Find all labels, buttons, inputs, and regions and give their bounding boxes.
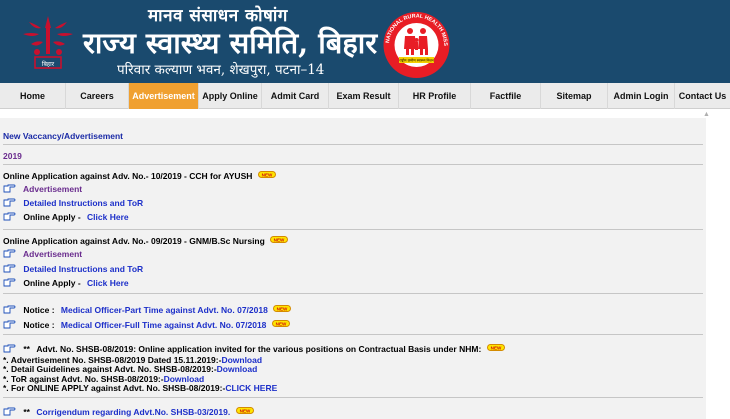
block2-advertisement-row: Advertisement <box>3 249 703 259</box>
site-header: बिहार मानव संसाधन कोषांग राज्य स्वास्थ्य… <box>0 0 730 83</box>
block1-advertisement-link[interactable]: Advertisement <box>23 184 82 194</box>
svg-text:NEW: NEW <box>274 237 285 242</box>
block1-title-row: Online Application against Adv. No.- 10/… <box>3 171 703 181</box>
divider <box>3 144 703 145</box>
nav-contact-us[interactable]: Contact Us <box>675 83 730 109</box>
block1-apply-label: Online Apply - <box>23 212 81 222</box>
block3-stars: ** <box>23 344 30 354</box>
svg-text:NEW: NEW <box>275 321 286 326</box>
svg-text:बिहार: बिहार <box>42 60 55 68</box>
block3-title: Advt. No. SHSB-08/2019: Online applicati… <box>36 344 482 354</box>
new-badge-icon: NEW <box>273 305 292 312</box>
org-address: परिवार कल्याण भवन, शेखपुरा, पटना–14 <box>117 62 325 78</box>
svg-text:NEW: NEW <box>239 408 250 413</box>
nav-sitemap[interactable]: Sitemap <box>541 83 608 109</box>
nav-admit-card[interactable]: Admit Card <box>262 83 329 109</box>
divider <box>3 164 703 165</box>
pointing-hand-icon <box>3 344 16 353</box>
nav-advertisement[interactable]: Advertisement <box>129 83 199 109</box>
pointing-hand-icon <box>3 320 16 329</box>
block2-apply-row: Online Apply - Click Here <box>3 278 703 288</box>
block3-line: *. For ONLINE APPLY against Advt. No. SH… <box>3 383 703 393</box>
download-link[interactable]: Download <box>217 364 258 374</box>
block1-apply-link[interactable]: Click Here <box>87 212 129 222</box>
divider <box>3 334 703 335</box>
pointing-hand-icon <box>3 305 16 314</box>
pointing-hand-icon <box>3 278 16 287</box>
svg-text:NEW: NEW <box>277 306 288 311</box>
block3-line-text: *. Detail Guidelines against Advt. No. S… <box>3 364 217 374</box>
new-badge-icon: NEW <box>257 171 276 178</box>
org-title: राज्य स्वास्थ्य समिति, बिहार <box>83 26 378 60</box>
nrhm-logo: NATIONAL RURAL HEALTH MISSION राष्ट्रीय … <box>379 9 450 78</box>
divider <box>3 229 703 230</box>
notice-link[interactable]: Medical Officer-Full Time against Advt. … <box>61 320 266 330</box>
svg-text:NEW: NEW <box>490 345 501 350</box>
block3-title-row: ** Advt. No. SHSB-08/2019: Online applic… <box>3 344 703 354</box>
notice-row: Notice : Medical Officer-Part Time again… <box>3 305 703 315</box>
scrollbar-track[interactable] <box>706 109 730 419</box>
nav-exam-result[interactable]: Exam Result <box>329 83 399 109</box>
svg-text:NEW: NEW <box>261 172 272 177</box>
block2-advertisement-link[interactable]: Advertisement <box>23 249 82 259</box>
nav-factfile[interactable]: Factfile <box>471 83 541 109</box>
block1-apply-row: Online Apply - Click Here <box>3 212 703 222</box>
block3-line: *. Detail Guidelines against Advt. No. S… <box>3 364 703 374</box>
block2-apply-link[interactable]: Click Here <box>87 278 129 288</box>
pointing-hand-icon <box>3 407 16 416</box>
pointing-hand-icon <box>3 249 16 258</box>
pointing-hand-icon <box>3 264 16 273</box>
block2-apply-label: Online Apply - <box>23 278 81 288</box>
main-nav: Home Careers Advertisement Apply Online … <box>0 83 730 109</box>
pointing-hand-icon <box>3 212 16 221</box>
block1-title: Online Application against Adv. No.- 10/… <box>3 171 253 181</box>
block1-instructions-row: Detailed Instructions and ToR <box>3 198 703 208</box>
corrigendum-link[interactable]: Corrigendum regarding Advt.No. SHSB-03/2… <box>36 407 230 417</box>
new-badge-icon: NEW <box>486 344 505 351</box>
apply-online-link[interactable]: CLICK HERE <box>225 383 277 393</box>
block4-stars: ** <box>23 407 30 417</box>
block2-instructions-row: Detailed Instructions and ToR <box>3 264 703 274</box>
nav-hr-profile[interactable]: HR Profile <box>399 83 471 109</box>
notice-label: Notice : <box>23 305 55 315</box>
year-label: 2019 <box>3 151 22 161</box>
divider <box>3 397 703 398</box>
notice-row: Notice : Medical Officer-Full Time again… <box>3 320 703 330</box>
new-badge-icon: NEW <box>270 236 289 243</box>
block2-title-row: Online Application against Adv. No.- 09/… <box>3 236 703 246</box>
block2-title: Online Application against Adv. No.- 09/… <box>3 236 265 246</box>
scroll-up-arrow-icon[interactable]: ▲ <box>703 111 710 118</box>
divider <box>3 293 703 294</box>
new-badge-icon: NEW <box>271 320 290 327</box>
nav-careers[interactable]: Careers <box>66 83 129 109</box>
pointing-hand-icon <box>3 184 16 193</box>
pointing-hand-icon <box>3 198 16 207</box>
nav-home[interactable]: Home <box>0 83 66 109</box>
block1-advertisement-row: Advertisement <box>3 184 703 194</box>
block1-instructions-link[interactable]: Detailed Instructions and ToR <box>23 198 143 208</box>
bihar-emblem-logo: बिहार <box>23 16 73 69</box>
block4-row: ** Corrigendum regarding Advt.No. SHSB-0… <box>3 407 703 417</box>
new-badge-icon: NEW <box>235 407 254 414</box>
advertisement-panel: New Vaccancy/Advertisement 2019 Online A… <box>0 118 706 419</box>
nav-apply-online[interactable]: Apply Online <box>199 83 262 109</box>
block2-instructions-link[interactable]: Detailed Instructions and ToR <box>23 264 143 274</box>
notice-label: Notice : <box>23 320 55 330</box>
notice-link[interactable]: Medical Officer-Part Time against Advt. … <box>61 305 268 315</box>
section-title: New Vaccancy/Advertisement <box>3 131 124 141</box>
svg-text:राष्ट्रीय ग्रामीण स्वास्थ्य मि: राष्ट्रीय ग्रामीण स्वास्थ्य मिशन <box>399 58 433 63</box>
block3-line-text: *. For ONLINE APPLY against Advt. No. SH… <box>3 383 226 393</box>
nav-admin-login[interactable]: Admin Login <box>608 83 675 109</box>
